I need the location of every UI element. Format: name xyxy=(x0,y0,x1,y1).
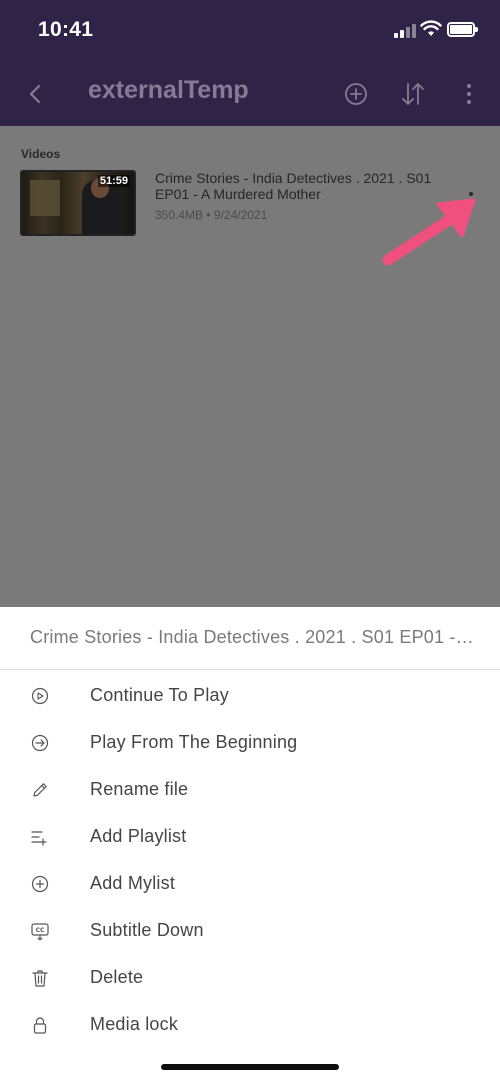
menu-item-label: Add Playlist xyxy=(90,826,187,846)
home-indicator[interactable] xyxy=(161,1064,339,1070)
svg-text:CC: CC xyxy=(36,927,45,934)
arrow-right-circle-icon xyxy=(31,734,49,752)
status-time: 10:41 xyxy=(38,18,94,41)
menu-item-label: Play From The Beginning xyxy=(90,732,298,752)
menu-item-label: Subtitle Down xyxy=(90,920,204,940)
sort-icon[interactable] xyxy=(398,79,428,109)
more-vertical-icon[interactable] xyxy=(456,79,486,109)
action-menu: Continue To Play Play From The Beginning… xyxy=(0,673,500,1049)
play-circle-icon xyxy=(31,687,49,705)
annotation-arrow-icon xyxy=(382,198,476,266)
plus-circle-icon xyxy=(31,875,49,893)
video-list: Videos 51:59 Crime Stories - India Detec… xyxy=(0,126,500,607)
page-title: externalTemp xyxy=(88,76,249,104)
back-chevron-icon[interactable] xyxy=(24,80,48,108)
pencil-icon xyxy=(33,783,47,797)
menu-item-label: Continue To Play xyxy=(90,685,229,705)
menu-item-continue-to-play[interactable]: Continue To Play xyxy=(0,673,500,720)
menu-item-delete[interactable]: Delete xyxy=(0,955,500,1002)
battery-icon xyxy=(447,22,478,37)
action-sheet: Crime Stories - India Detectives . 2021 … xyxy=(0,607,500,1080)
menu-item-label: Delete xyxy=(90,967,144,987)
status-bar: 10:41 xyxy=(0,0,500,62)
cellular-signal-icon xyxy=(394,24,418,38)
playlist-add-icon xyxy=(31,831,47,846)
subtitle-download-icon: CC xyxy=(31,923,49,941)
menu-item-add-mylist[interactable]: Add Mylist xyxy=(0,861,500,908)
add-circle-icon[interactable] xyxy=(341,79,371,109)
menu-item-label: Rename file xyxy=(90,779,189,799)
video-meta: 350.4MB • 9/24/2021 xyxy=(155,208,268,222)
menu-item-media-lock[interactable]: Media lock xyxy=(0,1002,500,1049)
menu-item-rename-file[interactable]: Rename file xyxy=(0,767,500,814)
video-thumbnail[interactable]: 51:59 xyxy=(20,170,136,236)
dimmed-background-screen[interactable]: 10:41 externalTemp Videos 51:59 Crime St… xyxy=(0,0,500,607)
menu-item-play-from-beginning[interactable]: Play From The Beginning xyxy=(0,720,500,767)
action-sheet-title: Crime Stories - India Detectives . 2021 … xyxy=(30,627,475,647)
menu-item-add-playlist[interactable]: Add Playlist xyxy=(0,814,500,861)
divider xyxy=(0,669,500,670)
section-label-videos: Videos xyxy=(21,147,61,161)
lock-icon xyxy=(33,1017,47,1034)
video-duration: 51:59 xyxy=(97,175,130,187)
menu-item-label: Add Mylist xyxy=(90,873,176,893)
trash-icon xyxy=(32,970,48,987)
menu-item-subtitle-down[interactable]: CC Subtitle Down xyxy=(0,908,500,955)
nav-bar: externalTemp xyxy=(0,62,500,126)
menu-item-label: Media lock xyxy=(90,1014,179,1034)
wifi-icon xyxy=(420,20,442,36)
